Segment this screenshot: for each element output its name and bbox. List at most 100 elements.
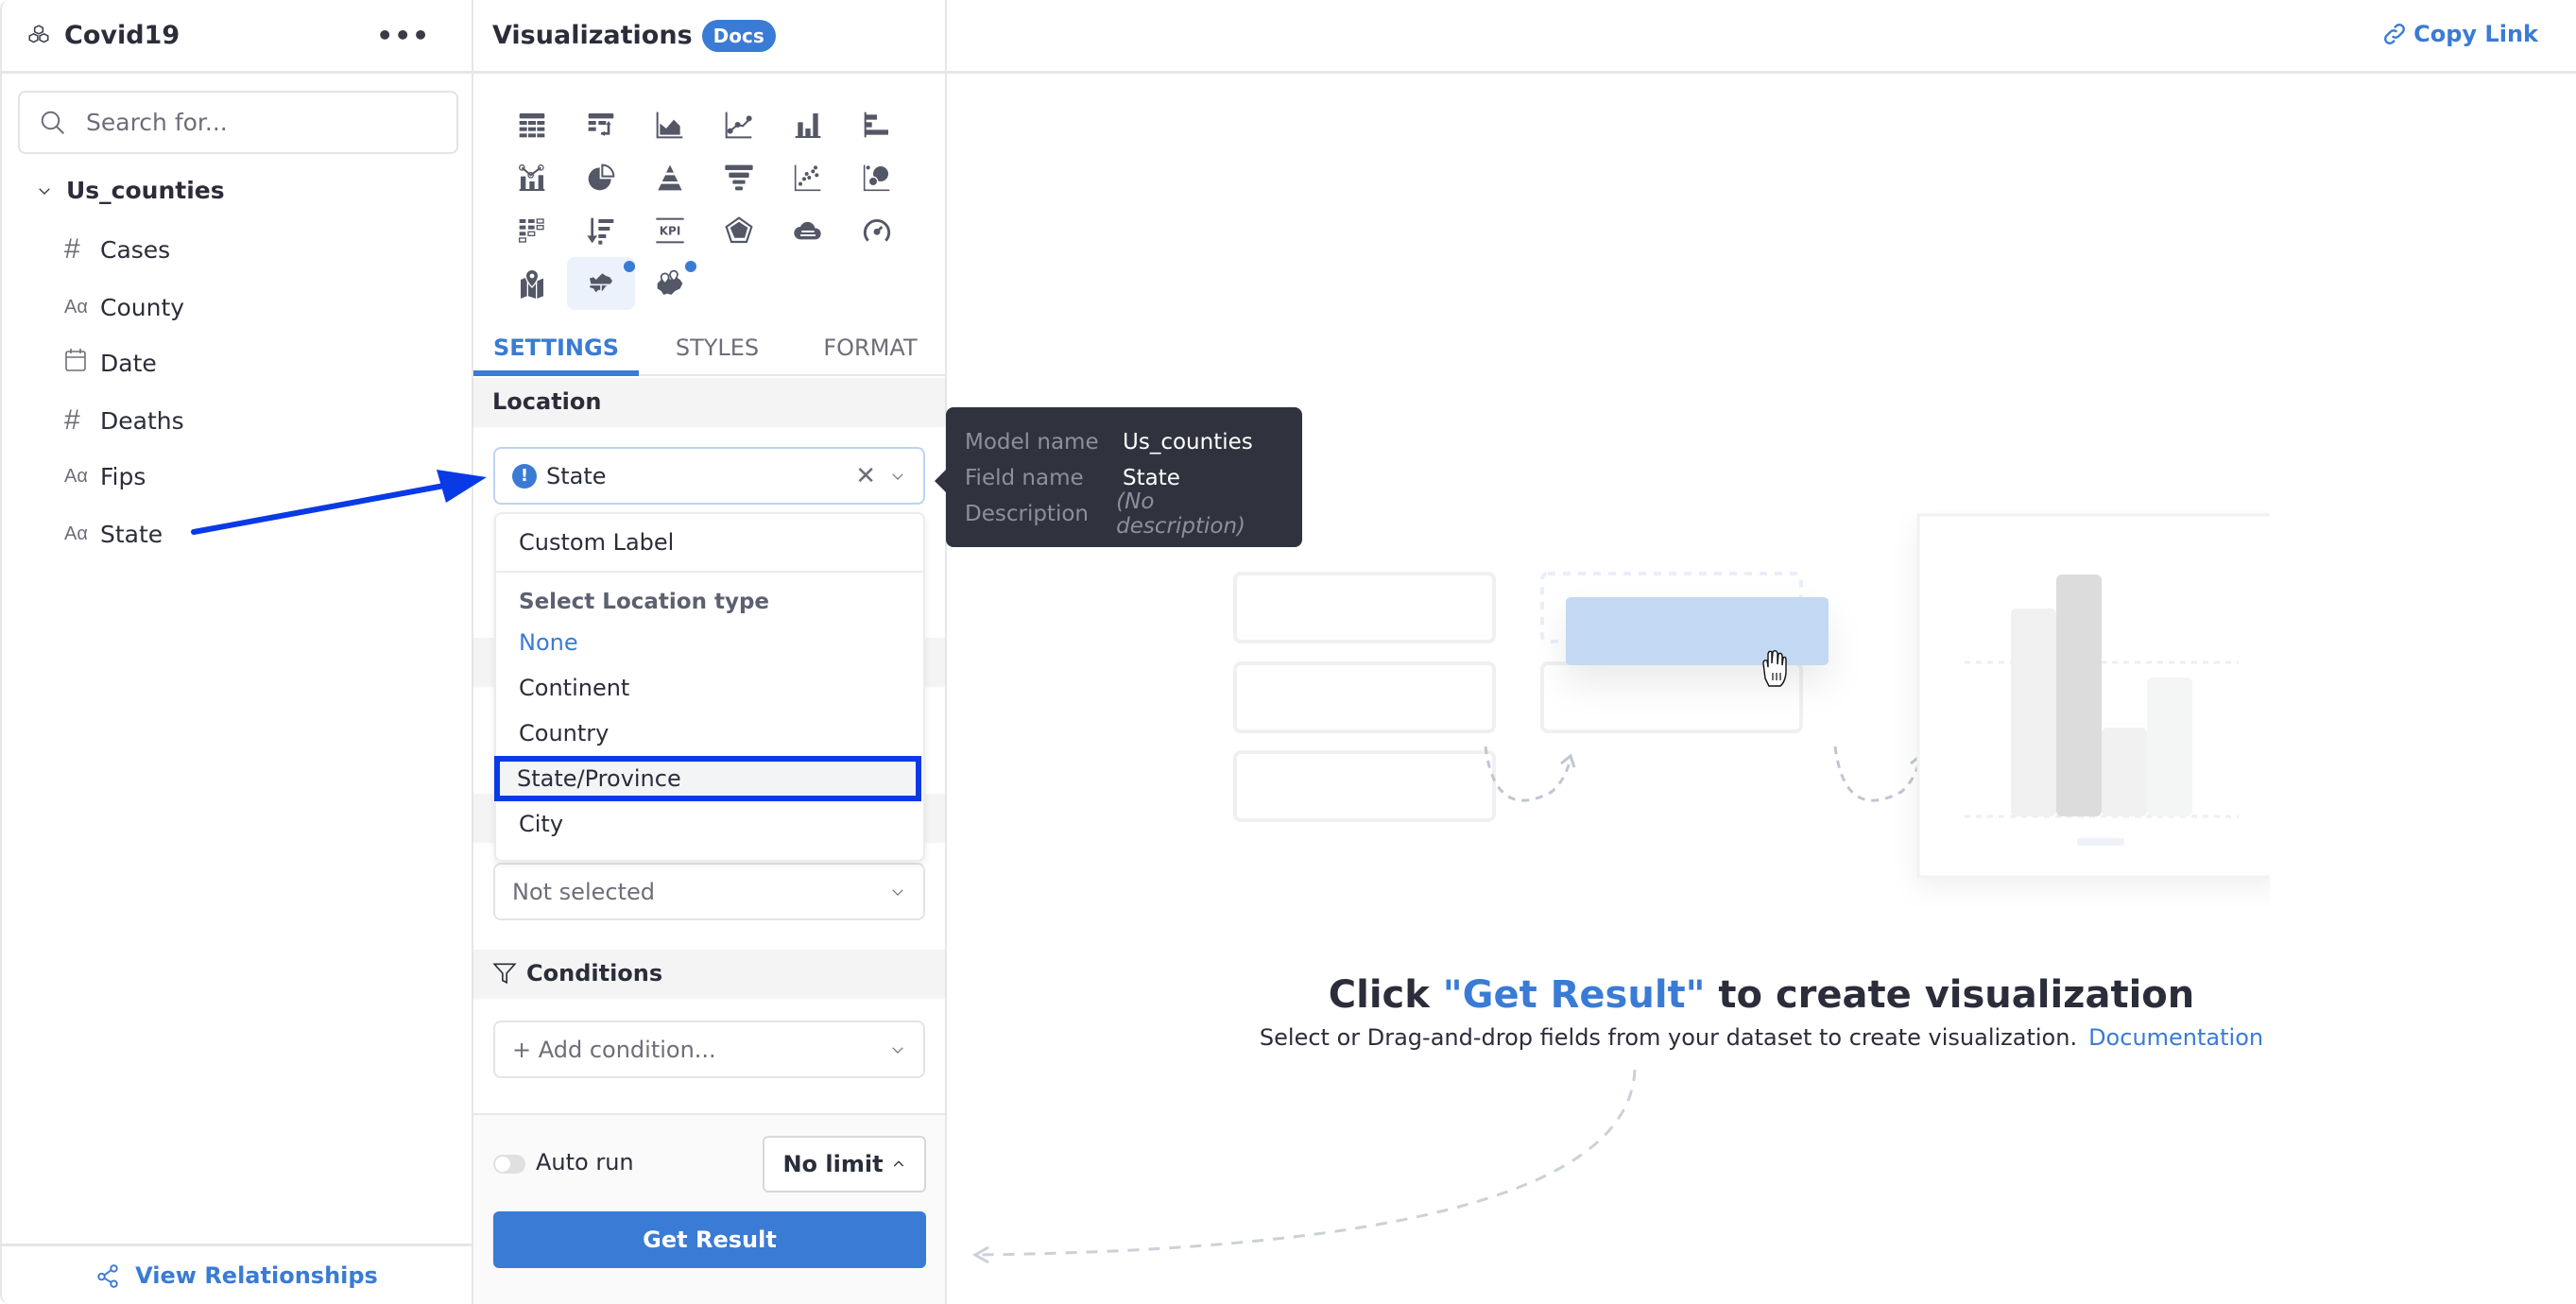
location-type-option-continent[interactable]: Continent	[496, 665, 923, 711]
new-badge-dot	[624, 261, 635, 272]
location-field-value: State	[546, 462, 607, 489]
tooltip-row-model: Model name Us_counties	[965, 424, 1283, 460]
viz-panel-footer: Auto run No limit Get Result	[473, 1113, 945, 1304]
viz-settings-tabs: SETTINGS STYLES FORMAT	[473, 321, 945, 376]
dataset-cubes-icon	[28, 24, 49, 43]
view-relationships-link[interactable]: View Relationships	[2, 1244, 472, 1304]
sidebar-header: Covid19 •••	[2, 0, 472, 74]
auto-run-toggle[interactable]	[493, 1155, 525, 1174]
chart-type-heat-map[interactable]	[644, 257, 696, 310]
flow-arrow	[1484, 746, 1922, 802]
chart-type-area[interactable]	[644, 98, 696, 151]
tooltip-row-description: Description (No description)	[965, 489, 1283, 539]
location-section-label: Location	[492, 388, 602, 415]
text-type-icon: Aα	[64, 523, 88, 544]
location-type-option-state-province[interactable]: State/Province	[494, 756, 921, 801]
chevron-up-icon	[893, 1160, 903, 1167]
info-icon[interactable]: !	[512, 463, 537, 489]
location-type-option-country[interactable]: Country	[496, 711, 923, 756]
chart-type-data-table[interactable]	[506, 98, 558, 151]
pyramid-chart-icon	[658, 164, 682, 191]
field-item-state[interactable]: Aα State	[64, 515, 163, 553]
field-search-box[interactable]	[18, 91, 458, 154]
dataset-sidebar: Covid19 ••• Us_counties # Cases Aα Count…	[0, 0, 473, 1304]
hash-icon: #	[64, 404, 80, 436]
scatter-chart-icon	[794, 164, 821, 192]
chart-type-line[interactable]	[713, 98, 765, 151]
auto-run-label: Auto run	[536, 1149, 634, 1175]
text-type-icon: Aα	[64, 296, 88, 317]
field-search-input[interactable]	[86, 109, 438, 136]
share-nodes-icon	[97, 1263, 118, 1288]
chart-type-pyramid[interactable]	[644, 151, 696, 204]
chevron-down-icon[interactable]	[36, 182, 53, 199]
conditional-table-icon	[519, 218, 544, 243]
location-field-select[interactable]: ! State ✕	[493, 447, 925, 505]
docs-badge-link[interactable]: Docs	[701, 19, 776, 52]
viz-panel-title: Visualizations	[492, 21, 693, 50]
text-type-icon: Aα	[64, 465, 88, 487]
chevron-down-icon[interactable]	[889, 468, 906, 485]
location-type-option-none[interactable]: None	[496, 620, 923, 665]
chart-type-kpi[interactable]: KPI	[644, 204, 696, 257]
field-label: Date	[100, 349, 157, 377]
field-label: Fips	[100, 462, 146, 490]
chart-type-funnel[interactable]	[713, 151, 765, 204]
chart-type-word-cloud[interactable]	[781, 204, 834, 257]
empty-state-subline: Select or Drag-and-drop fields from your…	[947, 1024, 2576, 1051]
chart-type-filled-map[interactable]	[567, 257, 635, 310]
visualization-panel: Visualizations Docs KPI SETTINGS STYLES …	[473, 0, 947, 1304]
bar-chart-icon	[864, 112, 888, 138]
area-chart-icon	[656, 112, 683, 139]
add-condition-placeholder: + Add condition...	[512, 1036, 716, 1063]
documentation-link[interactable]: Documentation	[2088, 1024, 2263, 1051]
field-item-deaths[interactable]: # Deaths	[64, 402, 184, 439]
row-limit-select[interactable]: No limit	[763, 1136, 926, 1192]
chart-type-pie[interactable]	[575, 151, 627, 204]
row-limit-value: No limit	[782, 1151, 884, 1177]
tab-format[interactable]: FORMAT	[796, 321, 945, 374]
pivot-table-icon	[588, 113, 614, 136]
subline-text: Select or Drag-and-drop fields from your…	[1259, 1024, 2078, 1051]
field-item-fips[interactable]: Aα Fips	[64, 457, 146, 495]
field-label: Cases	[100, 235, 171, 264]
tab-settings[interactable]: SETTINGS	[473, 321, 639, 376]
chart-type-combination[interactable]	[506, 151, 558, 204]
chart-type-scatter[interactable]	[781, 151, 834, 204]
model-tree-item-us-counties[interactable]: Us_counties	[36, 177, 225, 204]
model-name: Us_counties	[66, 177, 225, 204]
kpi-icon: KPI	[656, 217, 684, 244]
chart-type-bubble[interactable]	[850, 151, 903, 204]
location-type-option-city[interactable]: City	[496, 801, 923, 847]
chart-type-bar[interactable]	[850, 98, 903, 151]
custom-label-option[interactable]: Custom Label	[496, 514, 923, 573]
column-chart-icon	[795, 113, 821, 138]
funnel-chart-icon	[725, 164, 753, 191]
chart-type-gauge[interactable]	[850, 204, 903, 257]
field-item-date[interactable]: Date	[64, 344, 157, 382]
tooltip-value: (No description)	[1116, 489, 1245, 539]
copy-link-button[interactable]: Copy Link	[2381, 21, 2538, 47]
location-type-dropdown: Custom Label Select Location type None C…	[494, 512, 925, 862]
field-item-county[interactable]: Aα County	[64, 288, 184, 326]
chart-type-column[interactable]	[781, 98, 834, 151]
chevron-down-icon[interactable]	[889, 1041, 906, 1058]
more-options-button[interactable]: •••	[376, 20, 430, 51]
chart-type-sorted-bar[interactable]	[575, 204, 627, 257]
clear-icon[interactable]: ✕	[855, 462, 876, 490]
field-item-cases[interactable]: # Cases	[64, 231, 170, 268]
chart-type-radar[interactable]	[713, 204, 765, 257]
field-label: Deaths	[100, 406, 184, 435]
dragged-field-card	[1566, 597, 1829, 665]
chart-type-conditional-table[interactable]	[506, 204, 558, 257]
chevron-down-icon[interactable]	[889, 884, 906, 901]
chart-type-point-map[interactable]	[506, 257, 558, 310]
tab-styles[interactable]: STYLES	[639, 321, 796, 374]
value-field-select[interactable]: Not selected	[493, 863, 925, 920]
bubble-chart-icon	[863, 164, 890, 192]
chart-type-pivot-table[interactable]	[575, 98, 627, 151]
headline-prefix: Click	[1328, 973, 1443, 1017]
get-result-button[interactable]: Get Result	[493, 1211, 926, 1268]
add-condition-select[interactable]: + Add condition...	[493, 1021, 925, 1078]
calendar-icon	[64, 348, 93, 378]
